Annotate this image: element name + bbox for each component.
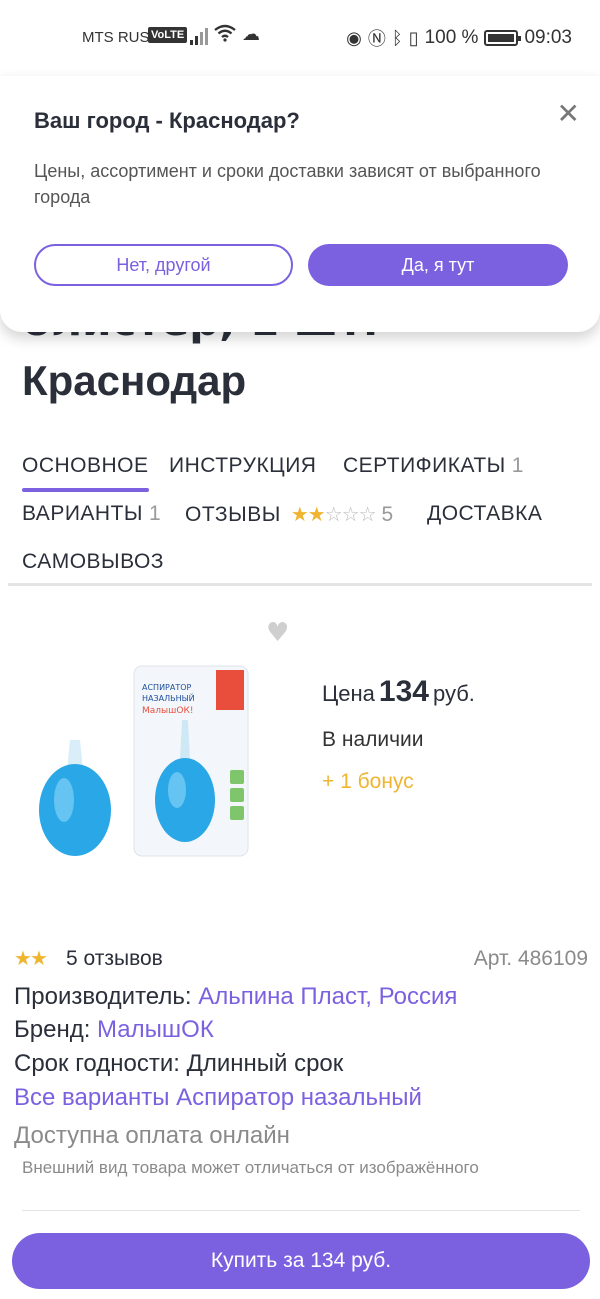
heart-icon[interactable]: ♥ bbox=[266, 618, 289, 648]
battery-icon bbox=[484, 30, 522, 46]
price: Цена 134 руб. bbox=[322, 675, 475, 709]
star-icon: ★ bbox=[307, 504, 326, 526]
shelf-life: Срок годности: Длинный срок bbox=[14, 1050, 344, 1077]
tab-variants-count: 1 bbox=[149, 502, 162, 525]
battery-percent: 100 % bbox=[424, 27, 479, 48]
brand-link[interactable]: МалышОК bbox=[97, 1016, 214, 1043]
tab-pickup[interactable]: САМОВЫВОЗ bbox=[22, 550, 164, 574]
volte-badge: VoLTE bbox=[148, 27, 188, 43]
star-icon: ★ bbox=[29, 948, 48, 970]
bluetooth-icon: ᛒ bbox=[391, 27, 403, 48]
product-image[interactable]: АСПИРАТОР НАЗАЛЬНЫЙ МалышОК! bbox=[22, 660, 252, 860]
svg-text:АСПИРАТОР: АСПИРАТОР bbox=[142, 683, 192, 692]
divider bbox=[22, 1210, 580, 1211]
tab-reviews[interactable]: ОТЗЫВЫ ★★☆☆☆ 5 bbox=[185, 502, 394, 527]
star-icon: ★ bbox=[14, 948, 32, 970]
signal-icon bbox=[190, 27, 210, 45]
article-number: Арт. 486109 bbox=[473, 947, 588, 970]
tab-certificates[interactable]: СЕРТИФИКАТЫ 1 bbox=[343, 454, 524, 478]
reviews-row: ★★ 5 отзывов Арт. 486109 bbox=[14, 946, 588, 974]
status-right: ◉ Ⓝ ᛒ ▯ 100 % 09:03 bbox=[346, 25, 572, 51]
tab-reviews-label: ОТЗЫВЫ bbox=[185, 503, 281, 526]
nfc-icon: Ⓝ bbox=[367, 29, 386, 49]
popup-title: Ваш город - Краснодар? bbox=[34, 108, 300, 133]
vibrate-icon: ▯ bbox=[408, 27, 419, 48]
product-tabs: ОСНОВНОЕ ИНСТРУКЦИЯ СЕРТИФИКАТЫ 1 ВАРИАНТ… bbox=[0, 440, 600, 586]
svg-text:НАЗАЛЬНЫЙ: НАЗАЛЬНЫЙ bbox=[142, 692, 195, 703]
tab-main[interactable]: ОСНОВНОЕ bbox=[22, 454, 149, 492]
brand-label: Бренд: bbox=[14, 1016, 91, 1043]
rating-stars: ★★ bbox=[14, 946, 48, 971]
reviews-link[interactable]: 5 отзывов bbox=[66, 947, 163, 971]
tab-instruction[interactable]: ИНСТРУКЦИЯ bbox=[169, 454, 316, 478]
tab-variants[interactable]: ВАРИАНТЫ 1 bbox=[22, 502, 161, 526]
all-variants-link[interactable]: Все варианты Аспиратор назальный bbox=[14, 1084, 422, 1112]
close-icon[interactable]: ✕ bbox=[557, 100, 580, 128]
bonus-label: + 1 бонус bbox=[322, 770, 414, 793]
manufacturer-label: Производитель: bbox=[14, 983, 192, 1010]
star-icon: ★ bbox=[290, 504, 309, 526]
wifi-icon bbox=[214, 24, 236, 48]
star-icon: ☆ bbox=[341, 504, 360, 526]
tabs-divider bbox=[8, 583, 592, 586]
manufacturer-link[interactable]: Альпина Пласт, Россия bbox=[198, 983, 457, 1010]
other-city-button[interactable]: Нет, другой bbox=[34, 244, 293, 286]
star-icon: ☆ bbox=[324, 504, 343, 526]
brand-row: Бренд: МалышОК bbox=[14, 1016, 214, 1044]
buy-button[interactable]: Купить за 134 руб. bbox=[12, 1233, 590, 1289]
status-bar: MTS RUS VoLTE ☁ ◉ Ⓝ ᛒ ▯ 100 % 09:03 bbox=[0, 0, 600, 76]
appearance-note: Внешний вид товара может отличаться от и… bbox=[22, 1158, 479, 1177]
price-currency: руб. bbox=[432, 681, 475, 706]
confirm-city-button[interactable]: Да, я тут bbox=[308, 244, 568, 286]
eye-icon: ◉ bbox=[346, 27, 362, 48]
stock-status: В наличии bbox=[322, 728, 424, 751]
manufacturer-row: Производитель: Альпина Пласт, Россия bbox=[14, 983, 457, 1011]
cloud-icon: ☁ bbox=[242, 24, 260, 44]
tab-delivery[interactable]: ДОСТАВКА bbox=[427, 502, 542, 526]
clock: 09:03 bbox=[524, 27, 572, 48]
city-popup: Ваш город - Краснодар? ✕ Цены, ассортиме… bbox=[0, 76, 600, 332]
tab-certificates-count: 1 bbox=[511, 454, 524, 477]
popup-text: Цены, ассортимент и сроки доставки завис… bbox=[34, 161, 541, 207]
product-title-city: Краснодар bbox=[22, 357, 247, 404]
star-icon: ☆ bbox=[358, 504, 377, 526]
tab-reviews-count: 5 bbox=[381, 503, 394, 526]
online-payment: Доступна оплата онлайн bbox=[14, 1122, 290, 1149]
price-value: 134 bbox=[378, 675, 429, 708]
tab-certificates-label: СЕРТИФИКАТЫ bbox=[343, 454, 506, 477]
svg-text:МалышОК!: МалышОК! bbox=[142, 706, 193, 716]
carrier-label: MTS RUS bbox=[82, 29, 150, 46]
tab-reviews-rating: ★★☆☆☆ bbox=[290, 502, 377, 527]
price-label: Цена bbox=[322, 681, 375, 706]
tab-variants-label: ВАРИАНТЫ bbox=[22, 502, 144, 525]
